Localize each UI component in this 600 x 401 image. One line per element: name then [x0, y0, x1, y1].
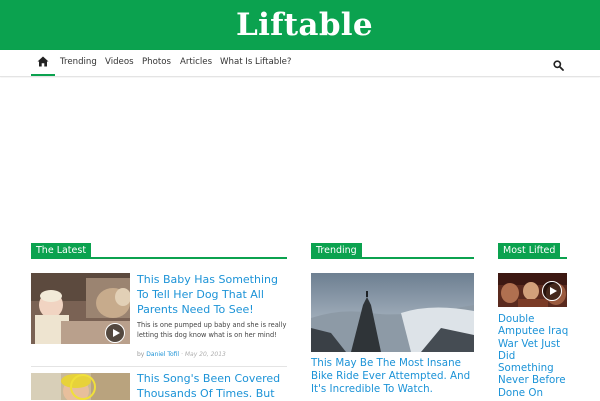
- nav-item-trending[interactable]: Trending: [60, 57, 97, 67]
- most-lifted-section-header: Most Lifted: [498, 243, 567, 259]
- author-link[interactable]: Daniel Tofil: [146, 351, 179, 358]
- latest-article-1-thumbnail[interactable]: [31, 273, 130, 344]
- latest-article-2-title[interactable]: This Song's Been Covered Thousands Of Ti…: [137, 371, 297, 401]
- byline-prefix: by: [137, 351, 145, 358]
- article-divider: [31, 366, 287, 367]
- trending-article-1-thumbnail[interactable]: [311, 273, 474, 352]
- latest-article-1-title[interactable]: This Baby Has Something To Tell Her Dog …: [137, 272, 287, 317]
- main-nav: Trending Videos Photos Articles What Is …: [0, 50, 600, 77]
- site-logo[interactable]: Liftable: [236, 7, 373, 43]
- play-icon: [542, 281, 562, 301]
- trending-section-title: Trending: [311, 243, 362, 259]
- ad-slot: [0, 78, 600, 238]
- search-icon: [553, 60, 564, 71]
- date-separator: ·: [181, 351, 183, 358]
- site-header: Liftable: [0, 0, 600, 50]
- latest-article-2-thumbnail[interactable]: [31, 373, 130, 400]
- most-lifted-article-1-thumbnail[interactable]: [498, 273, 567, 307]
- most-lifted-section-title: Most Lifted: [498, 243, 561, 259]
- mountain-bike-photo: [311, 273, 474, 352]
- nav-item-what-is-liftable[interactable]: What Is Liftable?: [220, 57, 291, 67]
- nav-item-photos[interactable]: Photos: [142, 57, 171, 67]
- trending-article-1-title[interactable]: This May Be The Most Insane Bike Ride Ev…: [311, 357, 479, 396]
- play-icon: [105, 323, 125, 343]
- nav-item-articles[interactable]: Articles: [180, 57, 212, 67]
- publish-date: May 20, 2013: [184, 351, 226, 358]
- nav-item-videos[interactable]: Videos: [105, 57, 134, 67]
- most-lifted-article-1-title[interactable]: Double Amputee Iraq War Vet Just Did Som…: [498, 313, 572, 399]
- latest-section-header: The Latest: [31, 243, 287, 259]
- latest-article-1-excerpt: This is one pumped up baby and she is re…: [137, 321, 287, 339]
- nav-home[interactable]: [31, 50, 55, 76]
- singer-photo: [31, 373, 130, 400]
- trending-section-header: Trending: [311, 243, 474, 259]
- latest-section-title: The Latest: [31, 243, 92, 259]
- latest-article-1-byline: by Daniel Tofil · May 20, 2013: [137, 351, 226, 358]
- home-icon: [37, 56, 49, 67]
- search-button[interactable]: [553, 56, 564, 75]
